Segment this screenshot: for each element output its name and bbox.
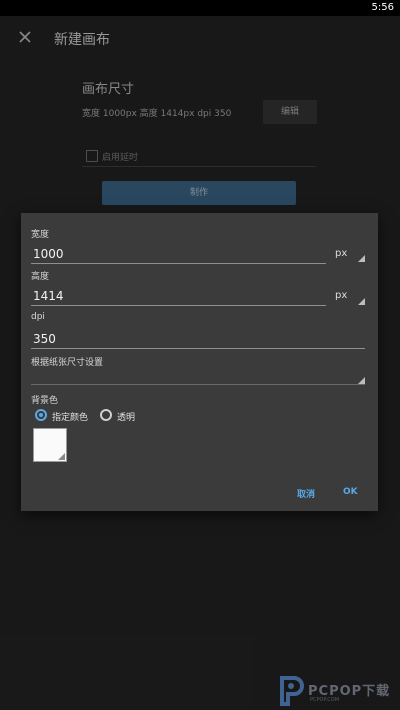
- status-time: 5:56: [371, 2, 394, 13]
- height-label: 高度: [31, 272, 50, 282]
- height-input[interactable]: 1414: [33, 289, 64, 303]
- status-bar: 5:56: [0, 0, 400, 16]
- width-input-underline: [31, 263, 326, 264]
- cancel-button[interactable]: 取消: [297, 487, 315, 500]
- paper-size-dropdown-icon[interactable]: [358, 377, 365, 384]
- radio-transparent-label: 透明: [117, 413, 136, 423]
- watermark: PCPOP下载 PCPOP.COM: [276, 672, 400, 710]
- dpi-label: dpi: [31, 312, 45, 322]
- radio-specify-color[interactable]: [35, 409, 47, 421]
- width-unit-dropdown-icon[interactable]: [358, 255, 365, 262]
- paper-size-label: 根据纸张尺寸设置: [31, 358, 104, 368]
- dpi-input[interactable]: 350: [33, 332, 56, 346]
- height-input-underline: [31, 305, 326, 306]
- background-color-label: 背景色: [31, 396, 59, 406]
- radio-specify-color-label: 指定颜色: [52, 413, 89, 423]
- swatch-corner-icon: [58, 453, 65, 460]
- color-swatch[interactable]: [33, 428, 67, 462]
- pcpop-logo-icon: [280, 676, 304, 706]
- canvas-size-dialog: 宽度 1000 px 高度 1414 px dpi 350 根据纸张尺寸设置 背…: [21, 213, 378, 511]
- height-unit-select[interactable]: px: [335, 290, 347, 301]
- dpi-input-underline: [31, 348, 365, 349]
- watermark-subtext: PCPOP.COM: [310, 697, 340, 703]
- height-unit-dropdown-icon[interactable]: [358, 298, 365, 305]
- width-label: 宽度: [31, 230, 50, 240]
- width-unit-select[interactable]: px: [335, 248, 347, 259]
- width-input[interactable]: 1000: [33, 247, 64, 261]
- ok-button[interactable]: OK: [343, 487, 358, 497]
- paper-size-select[interactable]: [31, 384, 365, 385]
- radio-transparent[interactable]: [100, 409, 112, 421]
